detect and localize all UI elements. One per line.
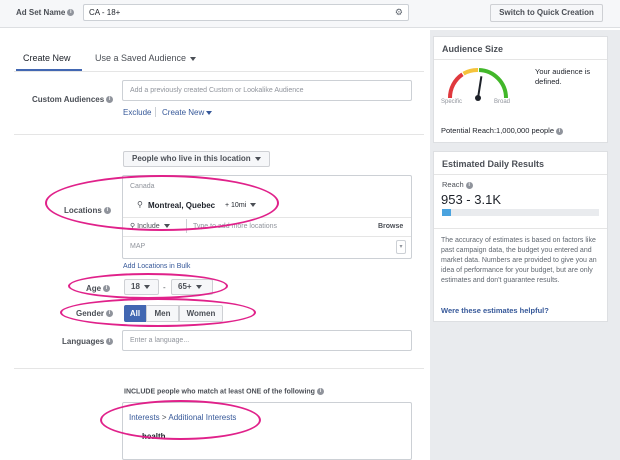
audience-gauge — [447, 68, 508, 101]
map-expand-button[interactable]: ▾ — [396, 240, 406, 254]
chevron-down-icon — [143, 284, 150, 289]
reach-label: Reach i — [442, 180, 473, 189]
gender-all-button[interactable]: All — [124, 305, 146, 322]
daily-results-title: Estimated Daily Results — [442, 159, 545, 169]
info-icon: i — [465, 181, 473, 189]
include-dropdown[interactable]: ⚲ Include — [130, 222, 170, 230]
custom-audiences-input[interactable]: Add a previously created Custom or Looka… — [122, 80, 412, 101]
section-divider — [14, 368, 424, 369]
reach-bar-track — [442, 209, 599, 216]
info-icon: i — [106, 310, 114, 318]
chevron-down-icon — [195, 284, 202, 289]
location-pin-icon: ⚲ — [130, 223, 136, 230]
additional-interests-link[interactable]: Additional Interests — [168, 413, 236, 422]
gauge-yellow-arc — [462, 68, 479, 76]
section-divider — [14, 134, 424, 135]
radius-dropdown[interactable]: + 10mi — [225, 202, 257, 209]
ad-set-name-input[interactable]: CA - 18+ ⚙ — [83, 4, 409, 21]
tab-divider — [14, 71, 424, 72]
age-min-dropdown[interactable]: 18 — [124, 279, 159, 295]
gauge-needle — [477, 76, 483, 99]
age-dash: - — [163, 283, 166, 292]
reach-value: 953 - 3.1K — [441, 192, 501, 207]
reach-bar-fill — [442, 209, 452, 216]
exclude-link[interactable]: Exclude — [123, 108, 151, 117]
gauge-hub — [475, 95, 481, 101]
panel-divider — [434, 174, 607, 175]
ad-set-name-label: Ad Set Name i — [16, 8, 75, 17]
info-icon: i — [556, 127, 564, 135]
location-city: Montreal, Quebec — [148, 201, 216, 210]
custom-audiences-label: Custom Audiences i — [32, 95, 114, 104]
estimates-helpful-link[interactable]: Were these estimates helpful? — [441, 306, 549, 315]
info-icon: i — [103, 207, 111, 215]
location-type-dropdown[interactable]: People who live in this location — [123, 151, 270, 167]
gauge-green-arc — [478, 68, 508, 99]
age-max-dropdown[interactable]: 65+ — [171, 279, 213, 295]
include-separator — [186, 219, 187, 233]
panel-divider — [434, 228, 607, 229]
chevron-down-icon — [163, 224, 170, 229]
gender-label: Gender i — [76, 309, 114, 318]
gear-icon[interactable]: ⚙ — [395, 7, 403, 18]
info-icon: i — [106, 338, 114, 346]
browse-button[interactable]: Browse — [378, 223, 403, 230]
chevron-down-icon — [190, 56, 197, 61]
info-icon: i — [103, 285, 111, 293]
map-label[interactable]: MAP — [130, 243, 145, 250]
gender-women-button[interactable]: Women — [179, 305, 223, 322]
include-criteria-text: INCLUDE people who match at least ONE of… — [124, 388, 324, 395]
gauge-specific-label: Specific — [441, 99, 463, 105]
gauge-red-arc — [447, 72, 464, 99]
switch-quick-creation-button[interactable]: Switch to Quick Creation — [490, 4, 603, 22]
interests-breadcrumb: Interests > Additional Interests — [129, 413, 237, 422]
languages-label: Languages i — [62, 337, 114, 346]
location-search-input[interactable]: Type to add more locations — [193, 223, 277, 230]
estimates-disclaimer: The accuracy of estimates is based on fa… — [441, 237, 597, 284]
potential-reach: Potential Reach:1,000,000 people i — [441, 126, 564, 135]
audience-defined-text: Your audience is defined. — [535, 67, 591, 86]
location-pin-icon: ⚲ — [137, 200, 143, 209]
add-locations-bulk-link[interactable]: Add Locations in Bulk — [123, 263, 190, 270]
chevron-down-icon — [206, 110, 213, 115]
panel-divider — [434, 59, 607, 60]
info-icon: i — [316, 388, 324, 395]
languages-input[interactable]: Enter a language... — [122, 330, 412, 351]
tab-saved-audience[interactable]: Use a Saved Audience — [95, 53, 197, 63]
interests-link[interactable]: Interests — [129, 413, 160, 422]
info-icon: i — [106, 96, 114, 104]
location-country: Canada — [130, 183, 155, 190]
info-icon: i — [67, 9, 75, 17]
gauge-broad-label: Broad — [494, 99, 511, 105]
age-label: Age i — [86, 284, 111, 293]
map-row-divider — [123, 236, 411, 237]
create-new-link[interactable]: Create New — [162, 108, 213, 117]
link-separator — [155, 107, 156, 117]
interest-item[interactable]: health — [142, 432, 166, 441]
gender-men-button[interactable]: Men — [146, 305, 179, 322]
audience-size-title: Audience Size — [442, 44, 504, 54]
location-row-divider — [123, 217, 411, 218]
chevron-down-icon — [250, 203, 257, 208]
locations-label: Locations i — [64, 206, 111, 215]
chevron-down-icon — [254, 156, 261, 161]
interests-box — [122, 402, 412, 460]
tab-create-new[interactable]: Create New — [23, 53, 71, 63]
